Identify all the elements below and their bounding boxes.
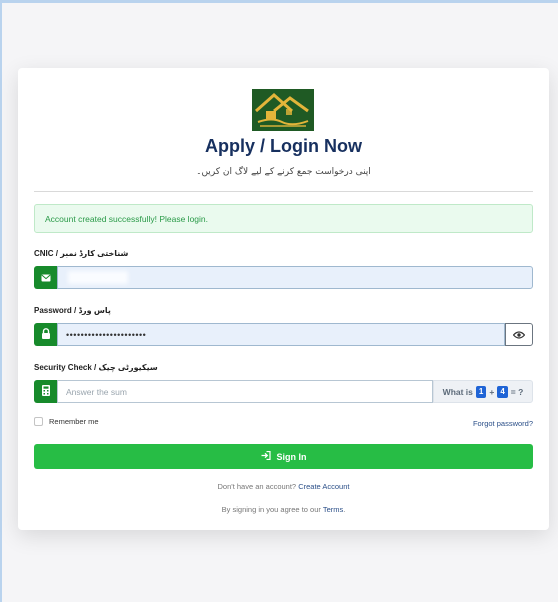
page-subtitle-urdu: اپنی درخواست جمع کرنے کے لیے لاگ ان کریں… — [196, 167, 371, 177]
window-frame-left — [0, 0, 2, 602]
captcha-prefix: What is — [442, 386, 473, 397]
create-account-prompt: Don't have an account? — [217, 482, 297, 491]
terms-prefix: By signing in you agree to our — [221, 505, 321, 514]
terms-link[interactable]: Terms — [323, 505, 343, 514]
captcha-question: What is 1 + 4 = ? — [433, 380, 533, 403]
security-label: Security Check / سیکیورٹی چیک — [34, 363, 158, 372]
terms-line: By signing in you agree to our Terms. — [18, 505, 549, 514]
password-label: Password / پاس ورڈ — [34, 306, 111, 315]
captcha-operator: + — [489, 386, 495, 397]
cnic-value-blur — [68, 271, 128, 284]
remember-me-checkbox[interactable] — [34, 417, 43, 426]
password-input[interactable]: •••••••••••••••••••••• — [57, 323, 505, 346]
captcha-suffix: = ? — [510, 386, 524, 397]
captcha-operand-b: 4 — [497, 385, 508, 398]
sign-in-button[interactable]: Sign In — [34, 444, 533, 469]
site-logo — [252, 89, 314, 131]
page-title: Apply / Login Now — [205, 136, 362, 156]
password-field-icon — [34, 323, 57, 346]
envelope-icon — [40, 269, 51, 287]
terms-suffix: . — [343, 505, 346, 514]
success-alert: Account created successfully! Please log… — [34, 204, 533, 233]
eye-icon — [512, 326, 526, 344]
cnic-label: CNIC / شناختی کارڈ نمبر — [34, 249, 129, 258]
toggle-password-button[interactable] — [505, 323, 533, 346]
lock-icon — [41, 326, 51, 344]
sign-in-label: Sign In — [276, 451, 307, 462]
security-answer-input[interactable]: Answer the sum — [57, 380, 433, 403]
security-field-icon — [34, 380, 57, 403]
cnic-field-icon — [34, 266, 57, 289]
login-card: Apply / Login Now اپنی درخواست جمع کرنے … — [18, 68, 549, 530]
sign-in-icon — [261, 450, 271, 462]
header-divider — [34, 191, 533, 192]
security-answer-placeholder: Answer the sum — [66, 386, 127, 397]
calculator-icon — [41, 383, 50, 401]
remember-me-label: Remember me — [49, 417, 99, 426]
create-account-line: Don't have an account? Create Account — [18, 482, 549, 491]
captcha-operand-a: 1 — [475, 385, 487, 398]
forgot-password-link[interactable]: Forgot password? — [473, 419, 533, 428]
create-account-link[interactable]: Create Account — [298, 482, 349, 491]
window-frame-top — [0, 0, 558, 3]
remember-me[interactable]: Remember me — [34, 417, 99, 426]
cnic-input[interactable] — [57, 266, 533, 289]
